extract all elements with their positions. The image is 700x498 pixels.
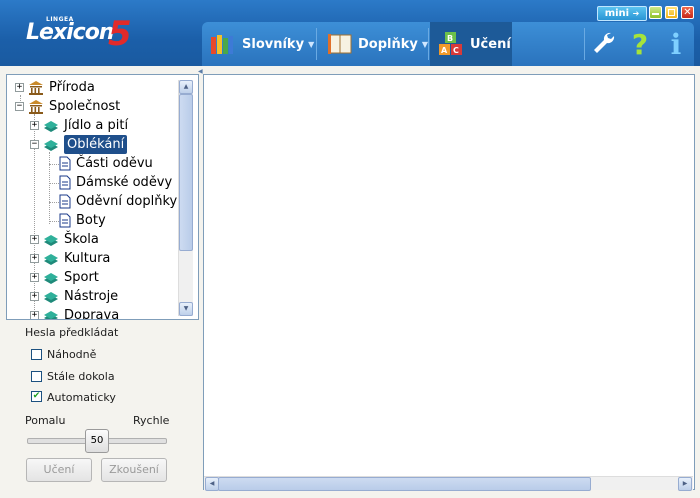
arrow-icon: ➔ [632,9,640,18]
close-icon: ✕ [683,7,692,18]
speed-slow-label: Pomalu [25,414,66,427]
logo-number: 5 [108,14,132,54]
chevron-down-icon: ▼ [308,39,315,49]
scroll-down-button[interactable]: ▼ [179,302,193,316]
scroll-up-button[interactable]: ▲ [179,80,193,94]
arrow-down-icon: ▼ [183,305,189,312]
book-icon [44,272,58,284]
tree-scroll-thumb[interactable] [179,94,193,251]
minimize-icon [652,13,659,15]
learning-content-area [203,74,695,490]
wrench-icon [594,32,615,53]
content-horizontal-scrollbar[interactable]: ◀ ▶ [204,476,693,491]
tree-item-kultura[interactable]: + Kultura [30,249,110,268]
arrow-right-icon: ▶ [682,480,688,487]
info-button[interactable]: i [664,30,688,60]
tree-item-boty[interactable]: Boty [59,211,106,230]
nav-slovniky[interactable]: Slovníky ▼ [210,22,314,66]
tree-item-jidlo-a-piti[interactable]: + Jídlo a pití [30,116,128,135]
checkbox-stale-dokola-label[interactable]: Stále dokola [47,370,115,383]
check-icon: ✔ [32,391,41,401]
document-icon [59,156,71,171]
tree-line [49,221,59,222]
document-icon [59,175,71,190]
expand-icon[interactable]: + [30,235,39,244]
help-icon: ? [631,28,649,61]
scroll-right-button[interactable]: ▶ [678,477,692,491]
maximize-button[interactable] [665,6,678,19]
help-button[interactable]: ? [626,30,654,60]
tree-item-doprava[interactable]: + Doprava [30,306,119,319]
tree-item-odevni-doplnky[interactable]: Oděvní doplňky [59,192,177,211]
checkbox-nahodne[interactable] [31,349,42,360]
book-icon [44,253,58,265]
book-icon [44,234,58,246]
nav-divider [428,28,429,60]
close-button[interactable]: ✕ [681,6,694,19]
document-icon [59,213,71,228]
arrow-up-icon: ▲ [183,83,189,90]
checkbox-automaticky[interactable]: ✔ [31,391,42,402]
book-icon [44,139,58,151]
abc-blocks-icon: B A C [439,32,462,55]
arrow-left-icon: ◀ [209,480,215,487]
tree-item-nastroje[interactable]: + Nástroje [30,287,118,306]
info-icon: i [670,28,682,61]
checkbox-stale-dokola[interactable] [31,371,42,382]
maximize-icon [668,9,675,16]
tree-item-casti-odevu[interactable]: Části oděvu [59,154,153,173]
settings-button[interactable] [590,30,618,63]
tree-item-skola[interactable]: + Škola [30,230,99,249]
nav-doplnky[interactable]: Doplňky ▼ [328,22,428,66]
minimize-button[interactable] [649,6,662,19]
logo-lexicon: Lexicon [26,20,114,45]
scroll-left-button[interactable]: ◀ [205,477,219,491]
checkbox-automaticky-label[interactable]: Automaticky [47,391,116,404]
book-icon [44,310,58,319]
expand-icon[interactable]: + [30,254,39,263]
content-scroll-thumb[interactable] [218,477,591,491]
tree-item-sport[interactable]: + Sport [30,268,99,287]
tree-line [49,152,50,224]
main-nav: Slovníky ▼ Doplňky ▼ B A C Učení [202,22,694,66]
learn-button[interactable]: Učení [26,458,92,482]
books-icon [211,35,233,54]
document-icon [59,194,71,209]
expand-icon[interactable]: + [30,292,39,301]
tree-scrollbar[interactable]: ▲ ▼ [178,80,193,316]
app-header: LINGEA Lexicon 5 mini ➔ ✕ Slovníky ▼ Dop… [0,0,700,66]
tree-item-oblekani[interactable]: − Oblékání [30,135,128,154]
tree-line [49,164,59,165]
book-icon [44,291,58,303]
book-icon [328,34,352,54]
nav-divider [316,28,317,60]
mini-mode-button[interactable]: mini ➔ [597,6,647,21]
collapse-icon[interactable]: − [30,140,39,149]
tree-line [49,183,59,184]
expand-icon[interactable]: + [15,83,24,92]
svg-text:A: A [441,46,448,55]
tree-item-damske-odevy[interactable]: Dámské oděvy [59,173,172,192]
svg-text:C: C [453,46,459,55]
nav-uceni[interactable]: B A C Učení [430,22,512,66]
options-heading: Hesla předkládat [25,326,119,339]
collapse-icon[interactable]: − [15,102,24,111]
building-icon [29,81,43,95]
topic-tree: + Příroda − Společnost + Jídlo a pití − … [6,74,199,320]
checkbox-nahodne-label[interactable]: Náhodně [47,348,96,361]
tree-item-spolecnost[interactable]: − Společnost [15,97,120,116]
svg-text:B: B [447,34,453,43]
book-icon [44,120,58,132]
expand-icon[interactable]: + [30,311,39,319]
expand-icon[interactable]: + [30,121,39,130]
tree-line [49,202,59,203]
speed-slider-thumb[interactable]: 50 [85,429,109,453]
nav-divider [584,28,585,60]
test-button[interactable]: Zkoušení [101,458,167,482]
tree-item-priroda[interactable]: + Příroda [15,78,95,97]
speed-fast-label: Rychle [133,414,170,427]
expand-icon[interactable]: + [30,273,39,282]
building-icon [29,100,43,114]
